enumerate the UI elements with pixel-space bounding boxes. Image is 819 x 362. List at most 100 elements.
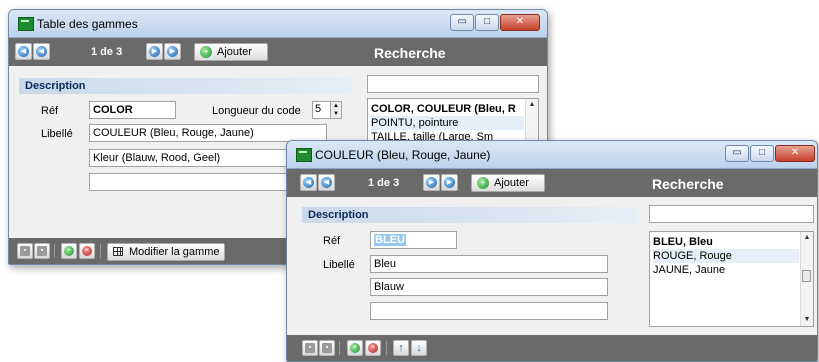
- description-section-title: Description: [302, 207, 637, 223]
- arrow-down-icon: ↓: [416, 342, 422, 354]
- save-button[interactable]: ▪: [302, 340, 318, 356]
- minimize-button[interactable]: ▭: [450, 14, 474, 31]
- list-scrollbar[interactable]: ▲ ▼: [800, 232, 813, 326]
- code-length-spinner[interactable]: 5 ▲ ▼: [312, 101, 342, 119]
- window1-toolbar: ◀ ◀ 1 de 3 ▶ ▶ + Ajouter: [9, 38, 547, 66]
- scroll-up-icon[interactable]: ▲: [801, 232, 813, 244]
- libelle-translation-1-input[interactable]: Blauw: [370, 278, 608, 296]
- code-length-value: 5: [315, 103, 322, 115]
- delete-button[interactable]: ×: [365, 340, 381, 356]
- window1-titlebar[interactable]: Table des gammes ▭ □ ✕: [9, 10, 547, 38]
- search-input[interactable]: [649, 205, 814, 223]
- code-length-label: Longueur du code: [212, 105, 301, 117]
- ref-input[interactable]: COLOR: [89, 101, 176, 119]
- list-item[interactable]: ROUGE, Rouge: [653, 249, 799, 263]
- app-icon: [18, 17, 34, 31]
- next-record-button[interactable]: ▶: [423, 174, 440, 191]
- last-record-button[interactable]: ▶: [164, 43, 181, 60]
- list-item[interactable]: BLEU, Bleu: [653, 235, 799, 249]
- save-icon: ▪: [305, 343, 315, 353]
- first-icon: ◀: [18, 46, 29, 57]
- delete-icon: ×: [82, 246, 92, 256]
- ref-selected-text: BLEU: [374, 234, 406, 246]
- next-icon: ▶: [426, 177, 437, 188]
- search-header: Recherche: [374, 45, 446, 61]
- toolbar-separator: [339, 341, 340, 355]
- window2-titlebar[interactable]: COULEUR (Bleu, Rouge, Jaune) ▭ □ ✕: [287, 141, 817, 169]
- previous-record-button[interactable]: ◀: [33, 43, 50, 60]
- add-button[interactable]: + Ajouter: [471, 174, 545, 192]
- validate-icon: +: [64, 246, 74, 256]
- last-icon: ▶: [167, 46, 178, 57]
- undo-button[interactable]: ▪: [319, 340, 335, 356]
- spinner-arrows-icon[interactable]: ▲ ▼: [330, 102, 341, 118]
- spin-up-icon[interactable]: ▲: [333, 103, 339, 109]
- libelle-input[interactable]: Bleu: [370, 255, 608, 273]
- previous-icon: ◀: [321, 177, 332, 188]
- ref-label: Réf: [41, 105, 59, 117]
- last-icon: ▶: [444, 177, 455, 188]
- scroll-down-icon[interactable]: ▼: [801, 314, 813, 326]
- list-item[interactable]: JAUNE, Jaune: [653, 263, 799, 277]
- add-icon: +: [477, 177, 489, 189]
- list-item[interactable]: POINTU, pointure: [371, 116, 524, 130]
- move-down-button[interactable]: ↓: [411, 340, 427, 356]
- libelle-label: Libellé: [323, 259, 355, 271]
- add-button-label: Ajouter: [217, 46, 252, 58]
- window1-title: Table des gammes: [37, 17, 138, 31]
- undo-icon: ▪: [322, 343, 332, 353]
- previous-icon: ◀: [36, 46, 47, 57]
- add-button-label: Ajouter: [494, 177, 529, 189]
- add-button[interactable]: + Ajouter: [194, 43, 268, 61]
- modify-range-label: Modifier la gamme: [129, 246, 220, 258]
- first-record-button[interactable]: ◀: [15, 43, 32, 60]
- toolbar-separator: [54, 244, 55, 258]
- search-results-list[interactable]: BLEU, Bleu ROUGE, Rouge JAUNE, Jaune ▲ ▼: [649, 231, 814, 327]
- close-button[interactable]: ✕: [500, 14, 540, 31]
- ref-label: Réf: [323, 235, 341, 247]
- validate-button[interactable]: +: [347, 340, 363, 356]
- minimize-button[interactable]: ▭: [725, 145, 749, 162]
- description-section-title: Description: [19, 78, 353, 94]
- maximize-button[interactable]: □: [475, 14, 499, 31]
- scroll-up-icon[interactable]: ▲: [526, 99, 538, 111]
- maximize-button[interactable]: □: [750, 145, 774, 162]
- search-input[interactable]: [367, 75, 539, 93]
- next-icon: ▶: [149, 46, 160, 57]
- last-record-button[interactable]: ▶: [441, 174, 458, 191]
- libelle-label: Libellé: [41, 128, 73, 140]
- record-counter: 1 de 3: [368, 177, 400, 189]
- add-icon: +: [200, 46, 212, 58]
- scrollbar-thumb[interactable]: [802, 270, 811, 282]
- first-icon: ◀: [303, 177, 314, 188]
- previous-record-button[interactable]: ◀: [318, 174, 335, 191]
- first-record-button[interactable]: ◀: [300, 174, 317, 191]
- toolbar-separator: [100, 244, 101, 258]
- search-header: Recherche: [652, 176, 724, 192]
- toolbar-separator: [386, 341, 387, 355]
- close-button[interactable]: ✕: [775, 145, 815, 162]
- window2-title: COULEUR (Bleu, Rouge, Jaune): [315, 148, 491, 162]
- modify-range-button[interactable]: Modifier la gamme: [107, 243, 226, 261]
- arrow-up-icon: ↑: [398, 342, 404, 354]
- next-record-button[interactable]: ▶: [146, 43, 163, 60]
- delete-icon: ×: [368, 343, 378, 353]
- validate-button[interactable]: +: [61, 243, 77, 259]
- list-item[interactable]: COLOR, COULEUR (Bleu, R: [371, 102, 524, 116]
- undo-icon: ▪: [37, 246, 47, 256]
- grid-icon: [113, 247, 123, 256]
- move-up-button[interactable]: ↑: [393, 340, 409, 356]
- libelle-translation-2-input[interactable]: [370, 302, 608, 320]
- record-counter: 1 de 3: [91, 46, 123, 58]
- undo-button[interactable]: ▪: [34, 243, 50, 259]
- window2-footer: ▪ ▪ + × ↑ ↓: [287, 335, 817, 361]
- validate-icon: +: [350, 343, 360, 353]
- spin-down-icon[interactable]: ▼: [333, 111, 339, 117]
- delete-button[interactable]: ×: [79, 243, 95, 259]
- app-icon: [296, 148, 312, 162]
- window-couleur: COULEUR (Bleu, Rouge, Jaune) ▭ □ ✕ ◀ ◀ 1…: [286, 140, 818, 362]
- ref-input[interactable]: BLEU: [370, 231, 457, 249]
- save-button[interactable]: ▪: [17, 243, 33, 259]
- save-icon: ▪: [20, 246, 30, 256]
- window2-toolbar: ◀ ◀ 1 de 3 ▶ ▶ + Ajouter: [287, 169, 817, 197]
